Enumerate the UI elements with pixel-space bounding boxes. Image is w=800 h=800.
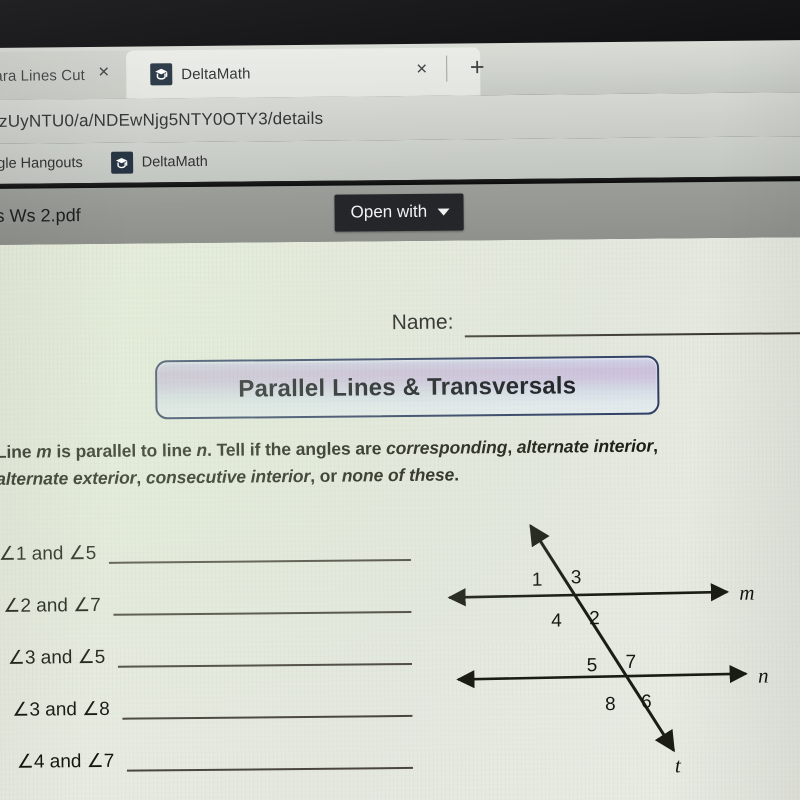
new-tab-button[interactable]: + — [464, 53, 490, 81]
instr-term-none-of-these: none of these — [341, 464, 455, 486]
browser-window: Para Lines Cut × DeltaMath × + MzUyNTU0/… — [0, 40, 800, 800]
question-row: ∠2 and ∠7 — [0, 563, 412, 619]
worksheet-title-banner: Parallel Lines & Transversals — [155, 355, 660, 420]
question-row: ∠3 and ∠5 — [0, 615, 412, 671]
instr-term-alternate-exterior: alternate exterior — [0, 467, 137, 490]
instr-seg: , — [507, 436, 517, 458]
question-label: ∠3 and ∠5 — [7, 646, 106, 669]
deltamath-icon — [150, 63, 173, 86]
angle-label-4: 4 — [551, 610, 562, 631]
question-label: ∠3 and ∠8 — [12, 698, 110, 721]
angle-label-8: 8 — [605, 694, 616, 715]
instr-seg: is parallel to line — [51, 439, 197, 462]
browser-tab-strip: Para Lines Cut × DeltaMath × + — [0, 40, 800, 101]
instr-term-alternate-interior: alternate interior — [516, 435, 654, 457]
line-t — [529, 524, 676, 753]
tab-para-lines-cut[interactable]: Para Lines Cut — [0, 50, 135, 101]
question-row: ∠4 and ∠8 — [0, 771, 413, 800]
line-t-label: t — [675, 753, 682, 777]
angle-label-7: 7 — [626, 652, 637, 673]
tab-close-icon[interactable]: × — [98, 62, 109, 83]
screenshot-root: Para Lines Cut × DeltaMath × + MzUyNTU0/… — [0, 0, 800, 800]
url-text: MzUyNTU0/a/NDEwNjg5NTY0OTY3/details — [0, 108, 324, 132]
bookmark-google-hangouts[interactable]: oogle Hangouts — [0, 155, 83, 172]
tab-close-icon[interactable]: × — [416, 59, 427, 80]
instr-term-consecutive-interior: consecutive interior — [145, 466, 311, 488]
instr-seg: Line — [0, 441, 32, 462]
bookmark-label: oogle Hangouts — [0, 155, 83, 173]
address-bar[interactable]: MzUyNTU0/a/NDEwNjg5NTY0OTY3/details — [0, 92, 800, 144]
line-m — [447, 583, 730, 607]
line-n-label: n — [758, 664, 769, 688]
question-list: ∠1 and ∠5 ∠2 and ∠7 ∠3 and ∠5 ∠3 and ∠8 … — [0, 511, 413, 800]
question-label: ∠2 and ∠7 — [3, 594, 101, 617]
tab-title: Para Lines Cut — [0, 66, 85, 85]
tab-strip-divider — [446, 55, 448, 82]
parallel-lines-figure: 1 3 4 2 5 7 8 6 m n t — [438, 505, 800, 799]
worksheet-page: Name: Parallel Lines & Transversals Line… — [0, 237, 800, 800]
question-label: ∠4 and ∠7 — [16, 750, 115, 773]
instr-seg: , or — [310, 465, 342, 487]
instr-seg: , — [136, 467, 146, 488]
bookmark-label: DeltaMath — [141, 153, 208, 171]
line-n — [456, 664, 748, 689]
instr-seg: . — [454, 464, 460, 485]
angle-label-5: 5 — [587, 655, 598, 676]
question-row: ∠1 and ∠5 — [0, 511, 411, 567]
instr-line-n: n — [196, 439, 208, 460]
angle-label-6: 6 — [641, 692, 652, 713]
instructions-text: Line m is parallel to line n. Tell if th… — [0, 432, 696, 493]
name-label: Name: — [391, 310, 454, 335]
name-answer-rule — [464, 331, 800, 338]
open-with-button[interactable]: Open with — [334, 193, 464, 232]
angle-label-2: 2 — [589, 608, 600, 629]
deltamath-icon — [110, 151, 133, 174]
chevron-down-icon — [437, 208, 450, 216]
tab-title: DeltaMath — [181, 64, 251, 83]
pdf-viewer-toolbar: ns Ws 2.pdf Open with — [0, 181, 800, 245]
question-row: ∠3 and ∠8 — [0, 667, 413, 723]
question-row: ∠4 and ∠7 — [0, 719, 413, 775]
line-m-label: m — [739, 581, 754, 605]
page-title: Parallel Lines & Transversals — [238, 371, 577, 403]
instr-line-m: m — [36, 441, 52, 462]
bookmark-deltamath[interactable]: DeltaMath — [110, 151, 208, 174]
instr-seg: , — [653, 435, 658, 456]
file-name: ns Ws 2.pdf — [0, 205, 81, 227]
angle-label-1: 1 — [532, 570, 543, 591]
instr-seg: . Tell if the angles are — [206, 438, 387, 460]
angle-label-3: 3 — [571, 567, 582, 588]
instr-term-corresponding: corresponding — [385, 437, 508, 459]
open-with-label: Open with — [350, 201, 428, 222]
question-label: ∠1 and ∠5 — [0, 542, 97, 565]
